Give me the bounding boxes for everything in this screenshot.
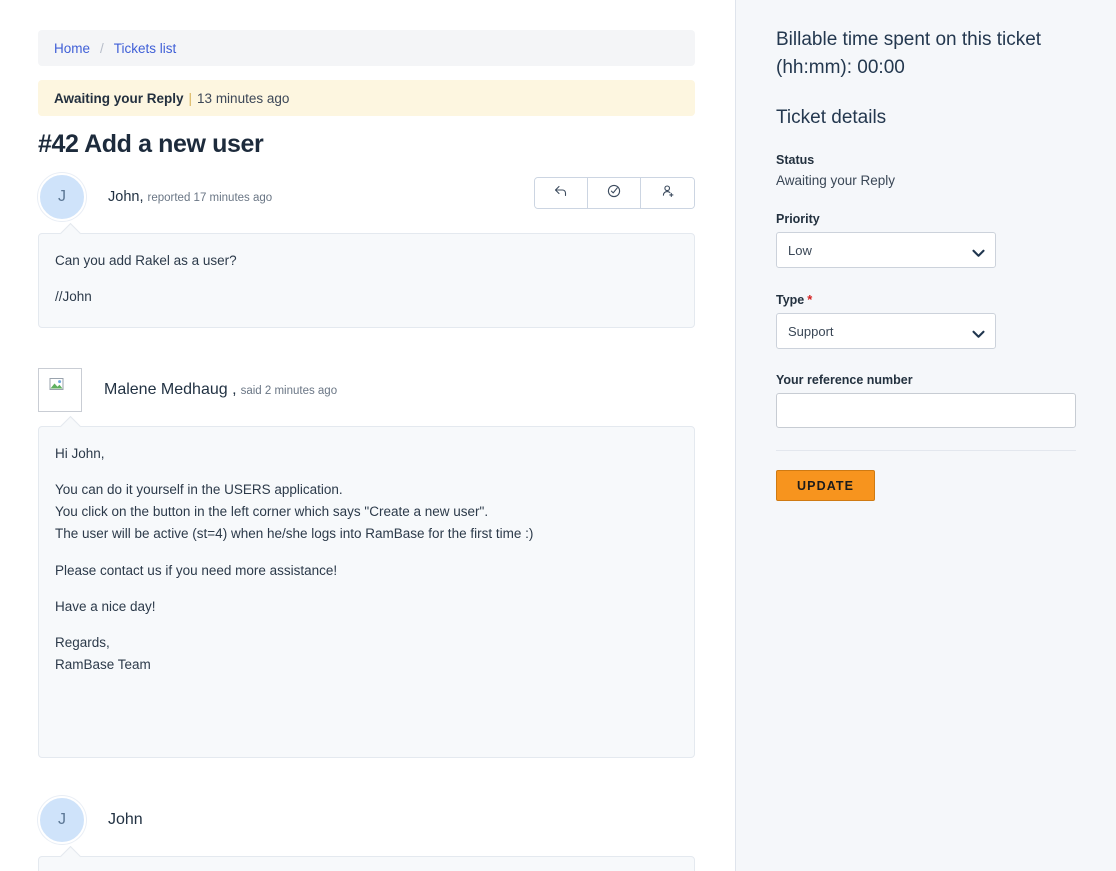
ticket-details-sidebar: Billable time spent on this ticket (hh:m… <box>735 0 1116 871</box>
message-paragraph: //John <box>55 286 678 308</box>
avatar: J <box>38 796 86 844</box>
type-label: Type* <box>776 292 1076 307</box>
reply-button[interactable] <box>535 178 588 208</box>
broken-image-icon <box>49 377 71 402</box>
required-marker: * <box>807 292 812 307</box>
assign-user-button[interactable] <box>641 178 694 208</box>
status-banner: Awaiting your Reply | 13 minutes ago <box>38 80 695 116</box>
avatar <box>38 368 82 412</box>
message-header-2: Malene Medhaug , said 2 minutes ago <box>38 366 695 414</box>
check-circle-icon <box>606 183 622 204</box>
message-paragraph: Hi John, <box>55 443 678 465</box>
ticket-details-heading: Ticket details <box>776 107 1076 129</box>
message-paragraph: Please contact us if you need more assis… <box>55 560 678 582</box>
main-content: Home / Tickets list Awaiting your Reply … <box>0 0 735 871</box>
reference-number-field: Your reference number <box>776 373 1076 428</box>
message-timestamp: reported 17 minutes ago <box>148 192 273 204</box>
avatar-initial: J <box>58 188 66 206</box>
message-paragraph: Have a nice day! <box>55 596 678 618</box>
priority-select[interactable]: Low <box>776 232 996 268</box>
status-label: Status <box>776 153 1076 167</box>
reference-number-label: Your reference number <box>776 373 1076 387</box>
message-action-toolbar <box>534 177 695 209</box>
message-paragraph: Regards, RamBase Team <box>55 632 678 677</box>
type-select[interactable]: Support <box>776 313 996 349</box>
message-author-name: Malene Medhaug , <box>104 381 237 398</box>
message-author-line-1: John, reported 17 minutes ago <box>108 189 272 205</box>
avatar-initial: J <box>58 811 66 829</box>
reference-number-input[interactable] <box>776 393 1076 428</box>
priority-field: Priority Low <box>776 212 1076 268</box>
update-button[interactable]: UPDATE <box>776 470 875 501</box>
ticket-page: Home / Tickets list Awaiting your Reply … <box>0 0 1116 871</box>
message-timestamp: said 2 minutes ago <box>241 385 338 397</box>
status-banner-time: 13 minutes ago <box>197 91 289 106</box>
message-author-name: John, <box>108 189 143 205</box>
reply-author-name: John <box>108 811 143 828</box>
avatar: J <box>38 173 86 221</box>
breadcrumb-separator: / <box>100 41 104 56</box>
add-person-icon <box>660 183 676 204</box>
resolve-button[interactable] <box>588 178 641 208</box>
breadcrumb: Home / Tickets list <box>38 30 695 66</box>
status-banner-separator: | <box>189 91 193 106</box>
breadcrumb-tickets-list-link[interactable]: Tickets list <box>114 41 177 56</box>
priority-label: Priority <box>776 212 1076 226</box>
billable-time-heading: Billable time spent on this ticket (hh:m… <box>776 26 1076 81</box>
status-field: Status Awaiting your Reply <box>776 153 1076 188</box>
message-header-1: J John, reported 17 minutes ago <box>38 173 695 221</box>
message-body-1: Can you add Rakel as a user? //John <box>38 233 695 328</box>
type-label-text: Type <box>776 293 804 307</box>
reply-arrow-icon <box>553 183 569 204</box>
reply-header: J John <box>38 796 695 844</box>
message-paragraph: You can do it yourself in the USERS appl… <box>55 479 678 546</box>
status-value: Awaiting your Reply <box>776 173 1076 188</box>
type-field: Type* Support <box>776 292 1076 349</box>
message-paragraph: Can you add Rakel as a user? <box>55 250 678 272</box>
reply-composer <box>38 856 695 871</box>
message-author-line-2: Malene Medhaug , said 2 minutes ago <box>104 381 337 399</box>
reply-author-line: John <box>108 811 143 829</box>
message-body-2: Hi John, You can do it yourself in the U… <box>38 426 695 758</box>
sidebar-divider <box>776 450 1076 451</box>
breadcrumb-home-link[interactable]: Home <box>54 41 90 56</box>
page-title: #42 Add a new user <box>38 130 695 159</box>
status-banner-label: Awaiting your Reply <box>54 91 184 106</box>
